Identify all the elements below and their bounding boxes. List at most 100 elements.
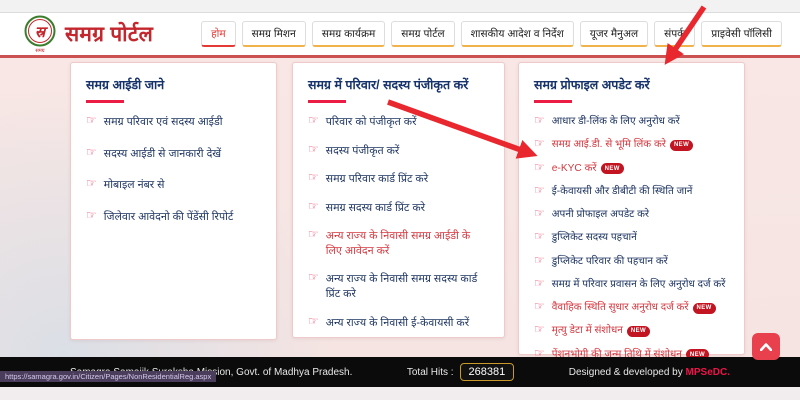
nav-item-4[interactable]: शासकीय आदेश व निर्देश [460, 21, 574, 47]
card-profile-update-link-3[interactable]: ☞ ई-केवायसी और डीबीटी की स्थिति जानें [534, 182, 729, 199]
hand-point-icon: ☞ [308, 313, 319, 328]
scroll-to-top-button[interactable] [752, 333, 780, 360]
card-profile-update-link-2[interactable]: ☞ e-KYC करें NEW [534, 159, 729, 176]
credit-prefix: Designed & developed by [568, 366, 683, 378]
card-title: समग्र में परिवार/ सदस्य पंजीकृत करें [308, 78, 469, 92]
nav-item-6[interactable]: संपर्क [654, 21, 696, 47]
heading-underline [534, 100, 572, 103]
card-parivar-sadasya-panjikrut-link-3[interactable]: ☞ समग्र सदस्य कार्ड प्रिंट करे [308, 198, 489, 216]
link-label: मोबाइल नंबर से [103, 179, 165, 192]
hand-point-icon: ☞ [308, 141, 319, 156]
nav-item-3[interactable]: समग्र पोर्टल [391, 21, 455, 47]
total-hits-value: 268381 [459, 363, 515, 381]
card-samagra-id-jane-link-2[interactable]: ☞ मोबाइल नंबर से [86, 176, 261, 193]
link-label: सदस्य पंजीकृत करें [325, 144, 400, 157]
card-parivar-sadasya-panjikrut-link-4[interactable]: ☞ अन्य राज्य के निवासी समग्र आईडी के लिए … [308, 227, 489, 258]
hand-point-icon: ☞ [534, 229, 545, 244]
link-label: समग्र में परिवार प्रवासन के लिए अनुरोध द… [551, 278, 726, 290]
card-profile-update-link-6[interactable]: ☞ डुप्लिकेट परिवार की पहचान करें [534, 252, 729, 269]
hand-point-icon: ☞ [308, 198, 319, 213]
link-label: समग्र सदस्य कार्ड प्रिंट करे [325, 201, 426, 214]
link-label: मृत्यु डेटा में संशोधन NEW [552, 324, 651, 338]
new-badge: NEW [600, 163, 624, 175]
card-profile-update-link-5[interactable]: ☞ डुप्लिकेट सदस्य पहचानें [534, 229, 729, 245]
link-label: डुप्लिकेट परिवार की पहचान करें [551, 255, 668, 267]
link-label: अन्य राज्य के निवासी समग्र सदस्य कार्ड प… [325, 273, 478, 300]
browser-edge-strip [0, 0, 800, 13]
link-label: अपनी प्रोफाइल अपडेट करे [551, 209, 650, 221]
main-nav: होम समग्र मिशन समग्र कार्यक्रम समग्र पोर्टल… [201, 21, 782, 47]
link-label: आधार डी-लिंक के लिए अनुरोध करें [551, 116, 680, 127]
card-parivar-sadasya-panjikrut-link-2[interactable]: ☞ समग्र परिवार कार्ड प्रिंट करे [308, 170, 489, 187]
hand-point-icon: ☞ [534, 299, 545, 314]
link-label: परिवार को पंजीकृत करें [325, 116, 417, 128]
hand-point-icon: ☞ [86, 144, 97, 159]
page-bottom-strip [0, 387, 800, 400]
hand-point-icon: ☞ [534, 136, 545, 151]
header: स्र समग्र समग्र पोर्टल होम समग्र मिशन समग्… [0, 13, 800, 58]
hand-point-icon: ☞ [534, 206, 545, 221]
hand-point-icon: ☞ [534, 182, 545, 197]
hand-point-icon: ☞ [308, 170, 319, 185]
card-parivar-sadasya-panjikrut-link-1[interactable]: ☞ सदस्य पंजीकृत करें [308, 141, 489, 159]
hand-point-icon: ☞ [308, 270, 319, 285]
link-label: समग्र आई.डी. से भूमि लिंक करे NEW [552, 138, 694, 152]
card-profile-update-link-7[interactable]: ☞ समग्र में परिवार प्रवासन के लिए अनुरोध … [534, 275, 729, 292]
card-profile-update-link-4[interactable]: ☞ अपनी प्रोफाइल अपडेट करे [534, 206, 729, 222]
chevron-up-icon [760, 342, 772, 351]
total-hits-label: Total Hits : [406, 366, 454, 378]
card-parivar-sadasya-panjikrut: समग्र में परिवार/ सदस्य पंजीकृत करें ☞ परि… [292, 62, 505, 338]
card-parivar-sadasya-panjikrut-link-5[interactable]: ☞ अन्य राज्य के निवासी समग्र सदस्य कार्ड … [308, 270, 489, 301]
card-profile-update-link-8[interactable]: ☞ वैवाहिक स्थिति सुधार अनुरोध दर्ज करें NE… [534, 299, 729, 315]
link-label: समग्र परिवार एवं सदस्य आईडी [103, 116, 223, 128]
hand-point-icon: ☞ [86, 176, 97, 191]
nav-item-5[interactable]: यूजर मैनुअल [579, 21, 649, 47]
card-samagra-id-jane-link-1[interactable]: ☞ सदस्य आईडी से जानकारी देखें [86, 144, 261, 162]
footer-credit: Designed & developed by MPSeDC. [569, 367, 730, 378]
link-label: जिलेवार आवेदनो की पेंडेंसी रिपोर्ट [103, 210, 234, 223]
new-badge: NEW [669, 139, 694, 151]
nav-item-0[interactable]: होम [201, 21, 236, 47]
card-parivar-sadasya-panjikrut-link-0[interactable]: ☞ परिवार को पंजीकृत करें [308, 113, 489, 130]
heading-underline [86, 100, 124, 103]
browser-status-url: https://samagra.gov.in/Citizen/Pages/Non… [0, 371, 217, 382]
link-label: अन्य राज्य के निवासी ई-केवायसी करें [325, 316, 470, 329]
brand-logo-group[interactable]: स्र समग्र समग्र पोर्टल [22, 14, 153, 54]
card-title: समग्र प्रोफाइल अपडेट करें [534, 78, 650, 92]
hand-point-icon: ☞ [86, 207, 97, 222]
hand-point-icon: ☞ [308, 227, 319, 242]
hand-point-icon: ☞ [534, 252, 545, 267]
svg-text:समग्र: समग्र [35, 48, 44, 54]
hand-point-icon: ☞ [534, 113, 545, 127]
hand-point-icon: ☞ [86, 113, 97, 127]
heading-underline [308, 100, 346, 103]
new-badge: NEW [692, 302, 716, 314]
card-samagra-id-jane-link-3[interactable]: ☞ जिलेवार आवेदनो की पेंडेंसी रिपोर्ट [86, 207, 261, 225]
card-samagra-id-jane: समग्र आईडी जाने ☞ समग्र परिवार एवं सदस्य आ… [70, 62, 277, 340]
samagra-emblem-icon: स्र समग्र [24, 15, 56, 54]
link-label: अन्य राज्य के निवासी समग्र आईडी के लिए आ… [325, 230, 471, 257]
hand-point-icon: ☞ [534, 322, 545, 337]
link-label: वैवाहिक स्थिति सुधार अनुरोध दर्ज करें NEW [552, 301, 716, 315]
main-content: समग्र आईडी जाने ☞ समग्र परिवार एवं सदस्य आ… [0, 58, 800, 361]
hand-point-icon: ☞ [534, 275, 545, 290]
link-label: डुप्लिकेट सदस्य पहचानें [551, 232, 637, 244]
credit-brand-link[interactable]: MPSeDC. [686, 367, 730, 378]
nav-item-1[interactable]: समग्र मिशन [241, 21, 306, 47]
hand-point-icon: ☞ [534, 159, 545, 174]
brand-title: समग्र पोर्टल [65, 23, 154, 46]
total-hits: Total Hits : 268381 [406, 363, 515, 381]
card-parivar-sadasya-panjikrut-link-6[interactable]: ☞ अन्य राज्य के निवासी ई-केवायसी करें [308, 313, 489, 331]
card-title: समग्र आईडी जाने [86, 78, 165, 92]
link-label: सदस्य आईडी से जानकारी देखें [103, 147, 222, 160]
card-samagra-id-jane-link-0[interactable]: ☞ समग्र परिवार एवं सदस्य आईडी [86, 113, 261, 130]
card-profile-update: समग्र प्रोफाइल अपडेट करें ☞ आधार डी-लिंक क… [518, 62, 745, 361]
card-profile-update-link-1[interactable]: ☞ समग्र आई.डी. से भूमि लिंक करे NEW [534, 136, 729, 152]
nav-item-2[interactable]: समग्र कार्यक्रम [311, 21, 386, 47]
card-profile-update-link-0[interactable]: ☞ आधार डी-लिंक के लिए अनुरोध करें [534, 113, 729, 129]
link-label: e-KYC करें NEW [552, 162, 624, 176]
card-profile-update-link-9[interactable]: ☞ मृत्यु डेटा में संशोधन NEW [534, 322, 729, 338]
hand-point-icon: ☞ [308, 113, 319, 127]
link-label: समग्र परिवार कार्ड प्रिंट करे [325, 173, 429, 186]
nav-item-7[interactable]: प्राइवेसी पॉलिसी [701, 21, 782, 47]
